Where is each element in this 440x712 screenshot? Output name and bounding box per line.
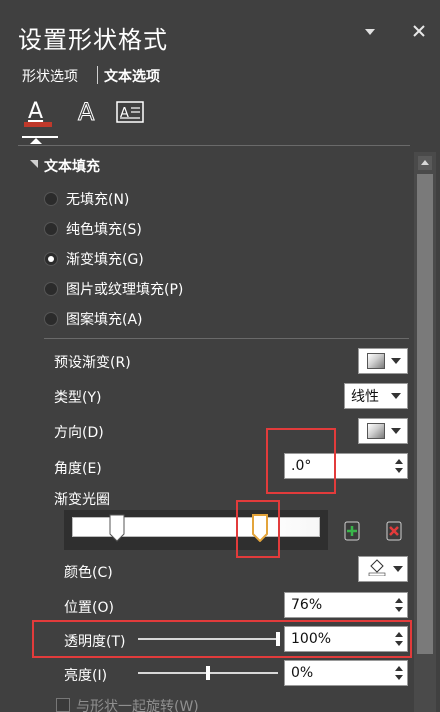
direction-dropdown[interactable] — [358, 418, 408, 444]
format-shape-pane: { "pane": { "title": "设置形状格式" }, "tabs":… — [0, 0, 440, 712]
collapse-arrow-icon[interactable] — [26, 156, 42, 172]
spin-up-icon[interactable] — [395, 666, 403, 671]
direction-label: 方向(D) — [54, 425, 104, 441]
spin-up-icon[interactable] — [395, 459, 403, 464]
spin-up-icon[interactable] — [395, 598, 403, 603]
gradient-stop[interactable] — [109, 514, 125, 542]
radio-pattern-fill[interactable]: 图案填充(A) — [44, 308, 143, 330]
radio-picture-fill[interactable]: 图片或纹理填充(P) — [44, 278, 183, 300]
scroll-up-arrow-icon[interactable] — [418, 156, 432, 170]
color-label: 颜色(C) — [64, 565, 113, 581]
svg-text:A: A — [120, 106, 129, 121]
section-divider — [18, 145, 410, 146]
angle-label: 角度(E) — [54, 461, 102, 477]
spin-buttons[interactable] — [391, 454, 407, 478]
radio-button[interactable] — [44, 312, 58, 326]
spin-down-icon[interactable] — [395, 607, 403, 612]
spin-down-icon[interactable] — [395, 675, 403, 680]
radio-button[interactable] — [44, 192, 58, 206]
type-value: 线性 — [351, 389, 379, 405]
chevron-down-icon — [391, 393, 401, 399]
svg-text:A: A — [78, 98, 95, 126]
spin-down-icon[interactable] — [395, 468, 403, 473]
options-divider — [44, 338, 409, 339]
add-gradient-stop-icon[interactable] — [342, 518, 362, 544]
position-label: 位置(O) — [64, 600, 114, 616]
section-title-text-fill[interactable]: 文本填充 — [44, 156, 100, 176]
spin-buttons[interactable] — [391, 661, 407, 685]
close-icon[interactable] — [410, 22, 428, 40]
radio-solid-fill[interactable]: 纯色填充(S) — [44, 218, 142, 240]
rotate-with-shape-checkbox[interactable] — [56, 698, 70, 712]
brightness-spinner[interactable]: 0% — [284, 660, 408, 686]
scrollbar-thumb[interactable] — [417, 174, 433, 654]
radio-button-checked[interactable] — [44, 252, 58, 266]
pane-title: 设置形状格式 — [18, 26, 168, 54]
radio-button[interactable] — [44, 222, 58, 236]
radio-label: 图片或纹理填充(P) — [66, 282, 184, 298]
brightness-value: 0% — [291, 665, 314, 681]
paint-bucket-icon — [367, 558, 387, 580]
tab-separator — [97, 66, 98, 84]
type-label: 类型(Y) — [54, 390, 102, 406]
remove-gradient-stop-icon[interactable] — [384, 518, 404, 544]
radio-button[interactable] — [44, 282, 58, 296]
position-value: 76% — [291, 597, 323, 613]
textbox-icon[interactable]: A — [114, 96, 148, 130]
gradient-swatch-icon — [367, 353, 385, 369]
spin-buttons[interactable] — [391, 593, 407, 617]
rotate-with-shape-label: 与形状一起旋转(W) — [76, 699, 199, 712]
brightness-slider-thumb[interactable] — [206, 666, 210, 680]
position-spinner[interactable]: 76% — [284, 592, 408, 618]
highlight-box-transparency — [32, 620, 412, 658]
brightness-label: 亮度(I) — [64, 668, 108, 684]
radio-label: 图案填充(A) — [66, 312, 143, 328]
active-tab-notch — [30, 138, 42, 144]
radio-no-fill[interactable]: 无填充(N) — [44, 188, 129, 210]
preset-gradient-dropdown[interactable] — [358, 348, 408, 374]
gradient-swatch-icon — [367, 423, 385, 439]
text-fill-outline-icon[interactable]: A — [22, 96, 56, 130]
tab-shape-options[interactable]: 形状选项 — [22, 66, 78, 86]
radio-gradient-fill[interactable]: 渐变填充(G) — [44, 248, 144, 270]
chevron-down-icon — [391, 428, 401, 434]
radio-label: 无填充(N) — [66, 192, 130, 208]
color-dropdown[interactable] — [358, 556, 408, 582]
radio-label: 纯色填充(S) — [66, 222, 142, 238]
chevron-down-icon — [391, 358, 401, 364]
highlight-box-stop — [236, 500, 280, 558]
type-dropdown[interactable]: 线性 — [344, 383, 408, 409]
gradient-stops-label: 渐变光圈 — [54, 492, 110, 508]
text-effects-icon[interactable]: A — [70, 96, 104, 130]
pane-options-dropdown-icon[interactable] — [362, 24, 378, 40]
chevron-down-icon — [393, 566, 403, 572]
tab-text-options[interactable]: 文本选项 — [104, 66, 160, 86]
svg-text:A: A — [28, 99, 43, 124]
preset-gradient-label: 预设渐变(R) — [54, 355, 131, 371]
radio-label: 渐变填充(G) — [66, 252, 144, 268]
highlight-box-angle — [266, 428, 336, 494]
